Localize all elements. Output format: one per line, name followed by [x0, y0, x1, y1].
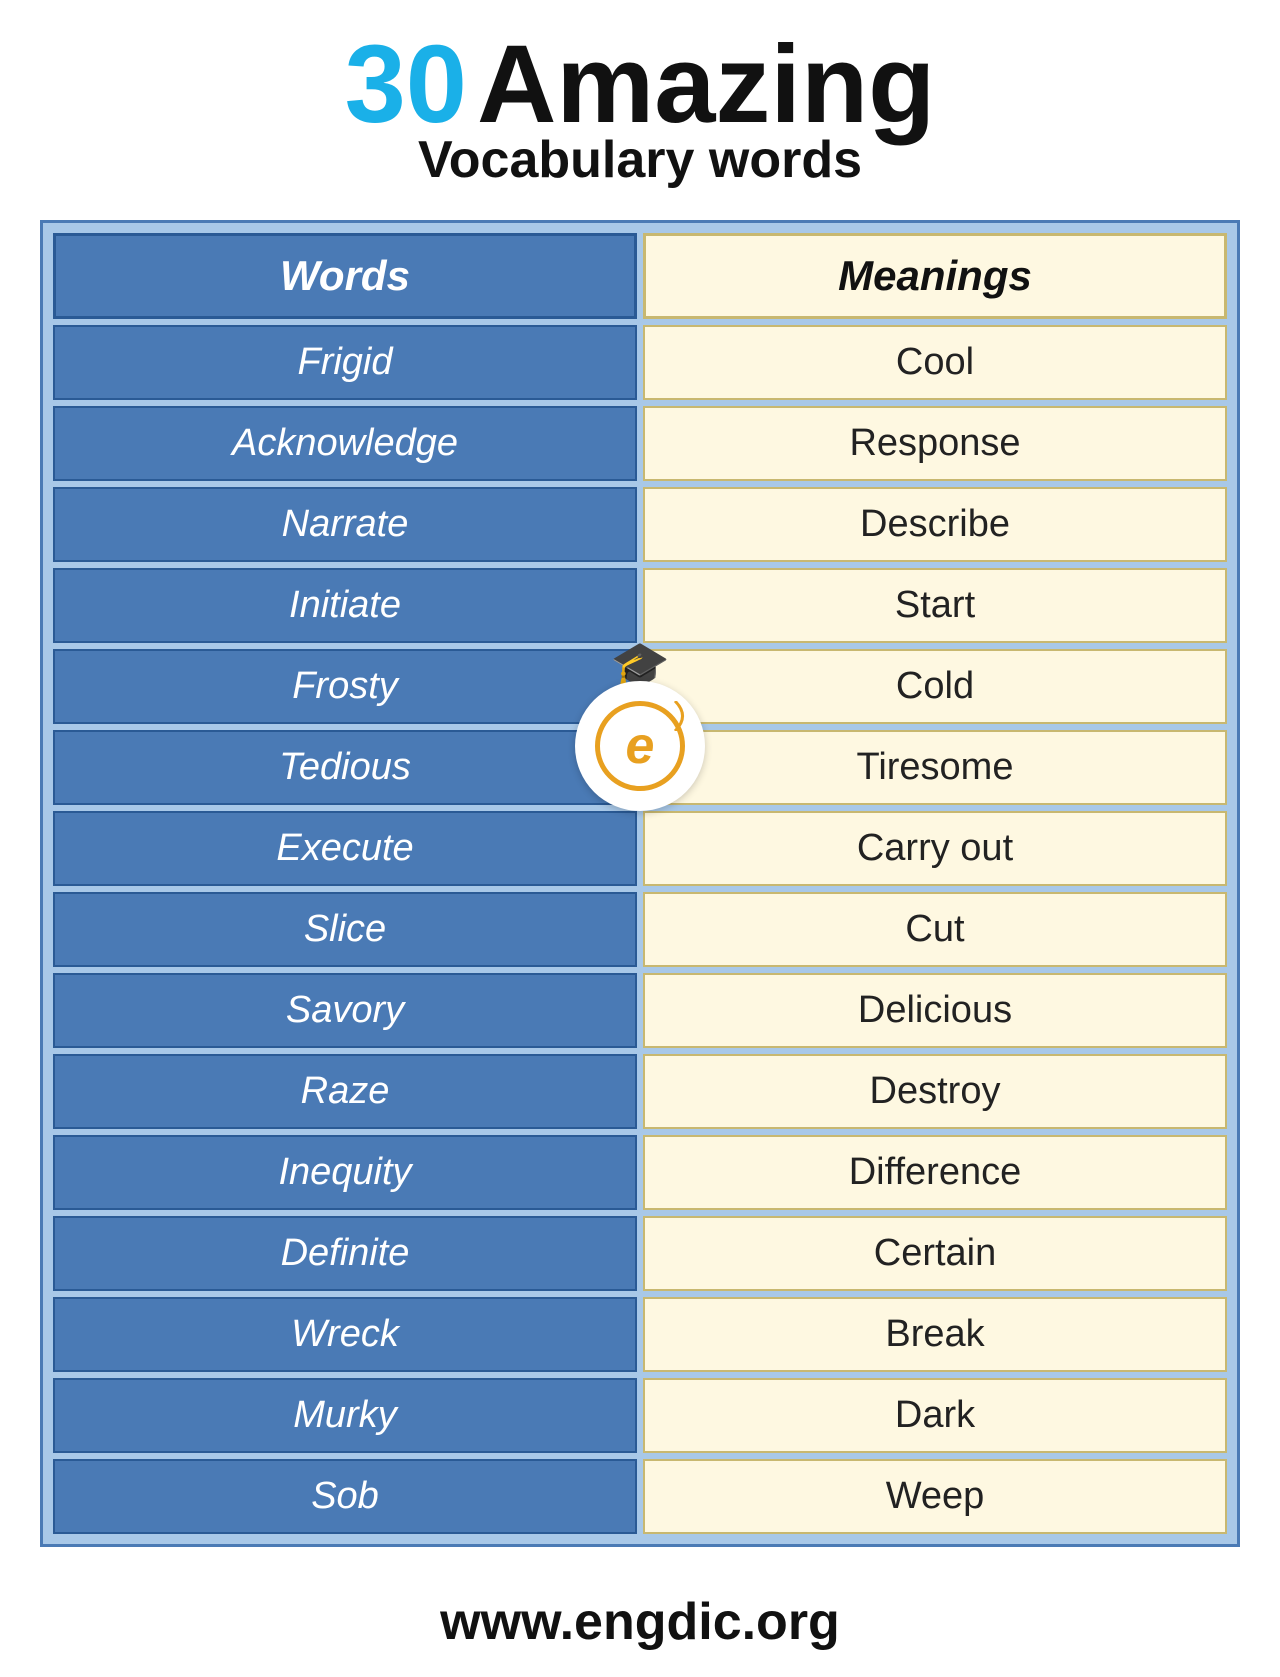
page-header: 30 Amazing Vocabulary words	[0, 0, 1280, 210]
meaning-cell: Cool	[643, 325, 1227, 400]
word-cell: Inequity	[53, 1135, 637, 1210]
meaning-cell: Cut	[643, 892, 1227, 967]
word-cell: Murky	[53, 1378, 637, 1453]
meaning-cell: Tiresome	[643, 730, 1227, 805]
meaning-cell: Describe	[643, 487, 1227, 562]
word-cell: Execute	[53, 811, 637, 886]
word-cell: Definite	[53, 1216, 637, 1291]
word-cell: Initiate	[53, 568, 637, 643]
meaning-cell: Response	[643, 406, 1227, 481]
meanings-header: Meanings	[643, 233, 1227, 319]
vocabulary-table: Words Meanings FrigidCoolAcknowledgeResp…	[40, 220, 1240, 1547]
meaning-cell: Cold	[643, 649, 1227, 724]
meaning-cell: Weep	[643, 1459, 1227, 1534]
word-cell: Savory	[53, 973, 637, 1048]
title-row: 30 Amazing	[345, 30, 936, 140]
title-amazing: Amazing	[477, 30, 935, 140]
meaning-cell: Dark	[643, 1378, 1227, 1453]
word-cell: Frosty	[53, 649, 637, 724]
word-cell: Narrate	[53, 487, 637, 562]
word-cell: Frigid	[53, 325, 637, 400]
meaning-cell: Difference	[643, 1135, 1227, 1210]
word-cell: Tedious	[53, 730, 637, 805]
meaning-cell: Carry out	[643, 811, 1227, 886]
table-grid: Words Meanings FrigidCoolAcknowledgeResp…	[53, 233, 1227, 1534]
meaning-cell: Break	[643, 1297, 1227, 1372]
word-cell: Wreck	[53, 1297, 637, 1372]
meaning-cell: Certain	[643, 1216, 1227, 1291]
meaning-cell: Destroy	[643, 1054, 1227, 1129]
word-cell: Slice	[53, 892, 637, 967]
footer: www.engdic.org	[0, 1567, 1280, 1677]
title-subtitle: Vocabulary words	[418, 130, 862, 190]
meaning-cell: Delicious	[643, 973, 1227, 1048]
word-cell: Raze	[53, 1054, 637, 1129]
word-cell: Acknowledge	[53, 406, 637, 481]
meaning-cell: Start	[643, 568, 1227, 643]
footer-url: www.engdic.org	[440, 1593, 840, 1651]
word-cell: Sob	[53, 1459, 637, 1534]
title-number: 30	[345, 30, 467, 140]
words-header: Words	[53, 233, 637, 319]
